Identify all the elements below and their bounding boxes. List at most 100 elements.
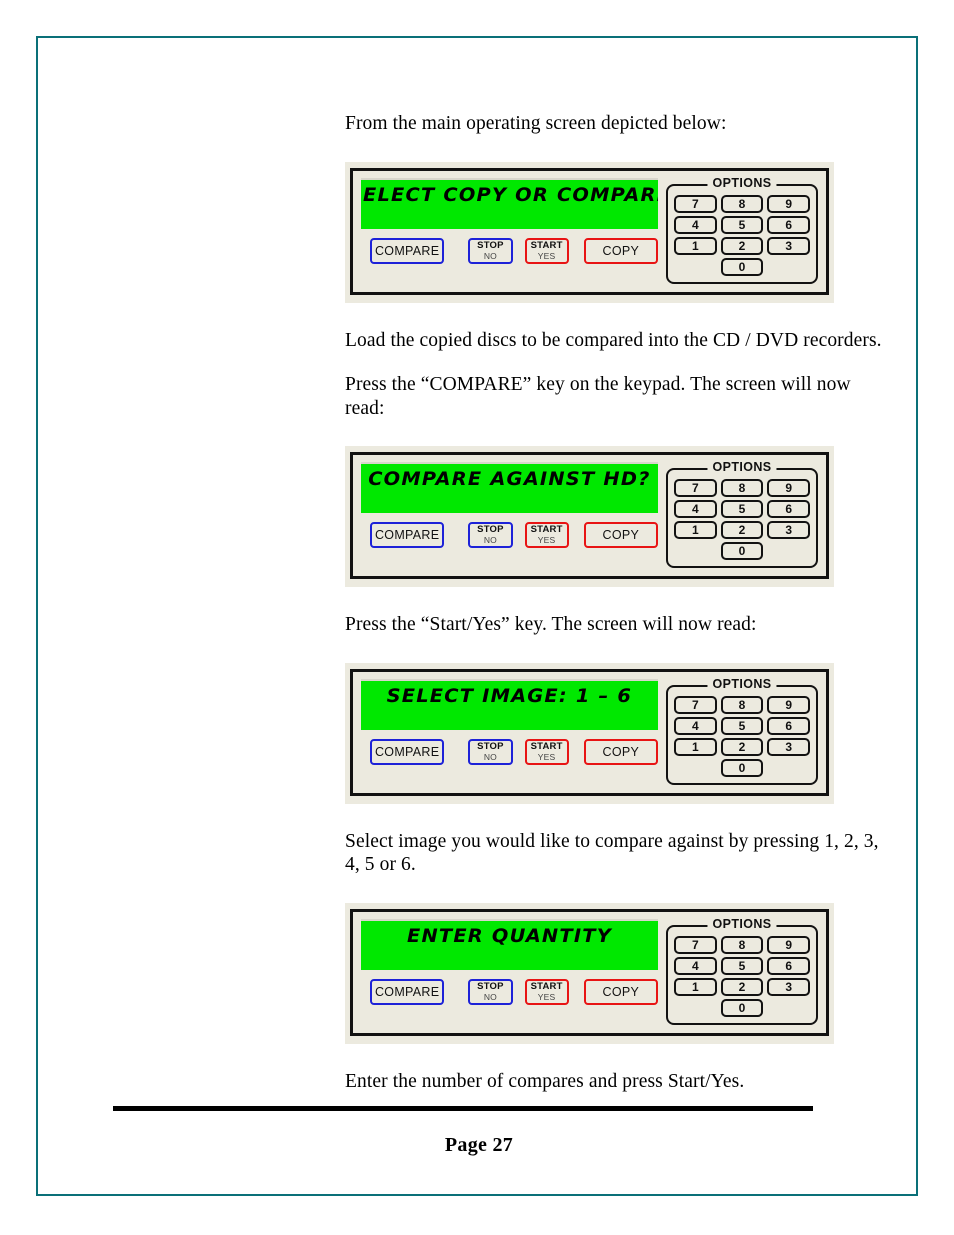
lcd-display-text: ENTER QUANTITY	[407, 924, 612, 947]
start-yes-button-line1: START	[530, 980, 563, 992]
panel-select-copy-or-compare: SELECT COPY OR COMPARE COMPARE STOP NO S…	[345, 161, 834, 303]
options-keypad-legend: OPTIONS	[707, 176, 777, 190]
start-yes-button-line2: YES	[537, 751, 556, 762]
compare-button[interactable]: COMPARE	[370, 522, 445, 548]
keypad-key-3[interactable]: 3	[767, 521, 810, 539]
copy-button-label: COPY	[602, 528, 640, 542]
keypad-key-5[interactable]: 5	[720, 215, 764, 234]
paragraph-load-discs: Load the copied discs to be compared int…	[345, 329, 882, 351]
panel-left-column: ENTER QUANTITY COMPARE STOP NO START YES	[361, 918, 658, 1025]
control-panel: ENTER QUANTITY COMPARE STOP NO START YES	[350, 908, 829, 1036]
options-keypad: OPTIONS 7 8 9 4 5 6 1 2 3 0	[666, 461, 818, 568]
keypad-key-9[interactable]: 9	[767, 479, 810, 497]
stop-no-button[interactable]: STOP NO	[468, 237, 513, 264]
keypad-grid: 7 8 9 4 5 6 1 2 3 0	[674, 194, 810, 276]
compare-button[interactable]: COMPARE	[370, 237, 445, 264]
start-yes-button[interactable]: START YES	[524, 738, 569, 765]
keypad-key-9[interactable]: 9	[767, 935, 810, 954]
keypad-grid: 7 8 9 4 5 6 1 2 3 0	[674, 479, 810, 560]
keypad-key-4[interactable]: 4	[674, 716, 717, 735]
compare-button-label: COMPARE	[374, 744, 440, 759]
start-yes-button-line2: YES	[537, 535, 556, 545]
keypad-key-7[interactable]: 7	[674, 935, 717, 954]
copy-button[interactable]: COPY	[583, 237, 658, 264]
keypad-key-2[interactable]: 2	[720, 236, 764, 255]
keypad-grid: 7 8 9 4 5 6 1 2 3 0	[674, 935, 810, 1017]
keypad-key-5[interactable]: 5	[720, 956, 764, 975]
stop-no-button-line1: STOP	[477, 980, 504, 992]
button-row: COMPARE STOP NO START YES COPY	[361, 522, 658, 548]
panel-select-image: SELECT IMAGE: 1 – 6 COMPARE STOP NO STAR…	[345, 662, 834, 804]
copy-button-label: COPY	[602, 243, 640, 258]
keypad-key-8[interactable]: 8	[720, 935, 764, 954]
compare-button[interactable]: COMPARE	[370, 738, 445, 765]
keypad-key-8[interactable]: 8	[720, 479, 764, 497]
keypad-key-6[interactable]: 6	[767, 215, 810, 234]
keypad-key-2[interactable]: 2	[720, 977, 764, 996]
keypad-key-4[interactable]: 4	[674, 215, 717, 234]
keypad-key-8[interactable]: 8	[720, 695, 764, 714]
options-keypad-legend: OPTIONS	[707, 677, 777, 691]
keypad-key-7[interactable]: 7	[674, 194, 717, 213]
start-yes-button[interactable]: START YES	[524, 522, 569, 548]
keypad-key-0[interactable]: 0	[720, 758, 764, 777]
keypad-key-9[interactable]: 9	[767, 695, 810, 714]
options-keypad: OPTIONS 7 8 9 4 5 6 1 2 3 0	[666, 176, 818, 284]
keypad-key-0[interactable]: 0	[720, 257, 764, 276]
compare-button[interactable]: COMPARE	[370, 978, 445, 1005]
control-panel: SELECT IMAGE: 1 – 6 COMPARE STOP NO STAR…	[350, 668, 829, 796]
keypad-key-2[interactable]: 2	[720, 737, 764, 756]
stop-no-button[interactable]: STOP NO	[468, 978, 513, 1005]
lcd-display: SELECT IMAGE: 1 – 6	[361, 678, 658, 730]
keypad-key-2[interactable]: 2	[720, 521, 764, 539]
stop-no-button-line2: NO	[483, 535, 497, 545]
lcd-display-text: SELECT IMAGE: 1 – 6	[386, 684, 633, 707]
keypad-key-6[interactable]: 6	[767, 716, 810, 735]
keypad-key-1[interactable]: 1	[674, 236, 717, 255]
stop-no-button-line2: NO	[483, 991, 497, 1002]
start-yes-button[interactable]: START YES	[524, 978, 569, 1005]
keypad-key-0[interactable]: 0	[720, 998, 764, 1017]
keypad-key-9[interactable]: 9	[767, 194, 810, 213]
keypad-key-1[interactable]: 1	[674, 737, 717, 756]
stop-no-button[interactable]: STOP NO	[468, 522, 513, 548]
paragraph-enter-compares: Enter the number of compares and press S…	[345, 1070, 745, 1092]
keypad-key-1[interactable]: 1	[674, 977, 717, 996]
stop-no-button[interactable]: STOP NO	[468, 738, 513, 765]
lcd-display: ENTER QUANTITY	[361, 918, 658, 970]
keypad-key-1[interactable]: 1	[674, 521, 717, 539]
options-keypad-legend: OPTIONS	[707, 917, 777, 931]
keypad-key-5[interactable]: 5	[720, 500, 764, 518]
keypad-key-8[interactable]: 8	[720, 194, 764, 213]
stop-no-button-line1: STOP	[477, 524, 504, 535]
keypad-key-3[interactable]: 3	[767, 236, 810, 255]
keypad-key-6[interactable]: 6	[767, 956, 810, 975]
keypad-key-4[interactable]: 4	[674, 956, 717, 975]
keypad-key-3[interactable]: 3	[767, 737, 810, 756]
copy-button[interactable]: COPY	[583, 522, 658, 548]
keypad-key-7[interactable]: 7	[674, 479, 717, 497]
paragraph-select-image: Select image you would like to compare a…	[345, 830, 879, 876]
keypad-key-3[interactable]: 3	[767, 977, 810, 996]
copy-button[interactable]: COPY	[583, 978, 658, 1005]
keypad-key-5[interactable]: 5	[720, 716, 764, 735]
keypad-key-6[interactable]: 6	[767, 500, 810, 518]
copy-button-label: COPY	[602, 744, 640, 759]
footer-divider-rule	[113, 1106, 813, 1111]
keypad-key-4[interactable]: 4	[674, 500, 717, 518]
lcd-display: SELECT COPY OR COMPARE	[361, 177, 658, 229]
panel-enter-quantity: ENTER QUANTITY COMPARE STOP NO START YES	[345, 902, 834, 1044]
compare-button-label: COMPARE	[374, 243, 440, 258]
copy-button[interactable]: COPY	[583, 738, 658, 765]
document-body: From the main operating screen depicted …	[345, 112, 890, 1093]
options-keypad-legend: OPTIONS	[707, 461, 777, 474]
keypad-key-0[interactable]: 0	[720, 542, 764, 560]
start-yes-button[interactable]: START YES	[524, 237, 569, 264]
button-row: COMPARE STOP NO START YES COPY	[361, 978, 658, 1005]
paragraph-press-compare: Press the “COMPARE” key on the keypad. T…	[345, 374, 851, 419]
keypad-key-7[interactable]: 7	[674, 695, 717, 714]
lcd-display-text: SELECT COPY OR COMPARE	[361, 183, 658, 206]
